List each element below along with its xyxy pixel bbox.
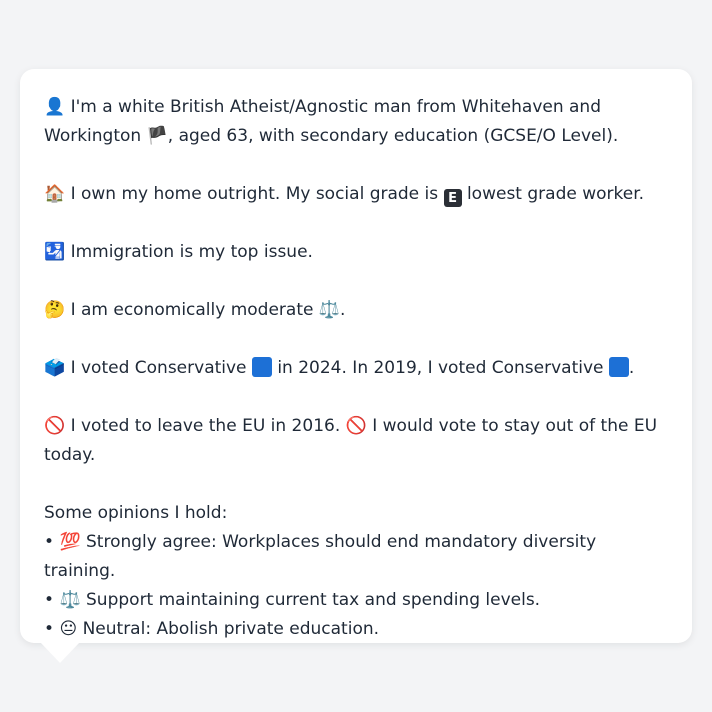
grade-e-icon: E [443,189,462,207]
prohibited-icon: 🚫 [345,416,367,436]
ballot-box-icon: 🗳️ [44,358,66,378]
grade-text: lowest grade worker. [466,184,645,204]
profile-message-bubble: 👤 I'm a white British Atheist/Agnostic m… [20,69,692,643]
passport-control-icon: 🛂 [44,242,66,262]
issue-paragraph: 🛂 Immigration is my top issue. [44,238,668,267]
opinion-text: Strongly agree: Workplaces should end ma… [44,532,597,581]
home-paragraph: 🏠 I own my home outright. My social grad… [44,180,668,209]
conservative-blue-square-icon [608,357,629,377]
brexit-line-1: 🚫 I voted to leave the EU in 2016. 🚫 I w… [44,412,668,441]
opinions-heading: Some opinions I hold: [44,503,228,523]
balance-scale-icon: ⚖️ [59,590,81,610]
balance-scale-icon: ⚖️ [318,300,341,320]
economic-period: . [340,300,346,320]
identity-location: Workington [44,126,142,146]
house-icon: 🏠 [44,184,66,204]
brexit-line-2: today. [44,445,96,465]
opinion-text: Support maintaining current tax and spen… [86,590,541,610]
conservative-blue-square-icon [251,357,272,377]
issue-text: Immigration is my top issue. [70,242,313,262]
hundred-points-icon: 💯 [59,532,81,552]
bullet: • [44,590,55,610]
brexit-text-today: I would vote to stay out of the EU [372,416,658,436]
thinking-face-icon: 🤔 [44,300,66,320]
home-text: I own my home outright. My social grade … [70,184,439,204]
brexit-text-2016: I voted to leave the EU in 2016. [70,416,341,436]
vote-text-2024: I voted Conservative [70,358,247,378]
england-flag-icon: 🏴 [146,126,168,146]
prohibited-icon: 🚫 [44,416,66,436]
bullet: • [44,532,55,552]
vote-text-2019: in 2024. In 2019, I voted Conservative [277,358,604,378]
vote-paragraph: 🗳️ I voted Conservative in 2024. In 2019… [44,354,668,383]
neutral-face-icon: 😐 [59,619,78,639]
identity-line-1: 👤 I'm a white British Atheist/Agnostic m… [44,93,668,122]
vote-period: . [628,358,635,378]
bubble-tail [40,642,80,663]
opinion-item: • 💯 Strongly agree: Workplaces should en… [44,528,668,586]
opinion-text: Neutral: Abolish private education. [82,619,380,639]
identity-line-2: Workington 🏴, aged 63, with secondary ed… [44,122,668,151]
economic-paragraph: 🤔 I am economically moderate ⚖️. [44,296,668,325]
opinions-section: Some opinions I hold: • 💯 Strongly agree… [44,499,668,644]
brexit-paragraph: 🚫 I voted to leave the EU in 2016. 🚫 I w… [44,412,668,470]
economic-text: I am economically moderate [70,300,314,320]
opinion-item: • ⚖️ Support maintaining current tax and… [44,586,668,615]
person-icon: 👤 [44,97,66,117]
identity-text-1: I'm a white British Atheist/Agnostic man… [70,97,601,117]
bullet: • [44,619,55,639]
identity-text-2: , aged 63, with secondary education (GCS… [167,126,619,146]
identity-paragraph: 👤 I'm a white British Atheist/Agnostic m… [44,93,668,151]
opinion-item: • 😐 Neutral: Abolish private education. [44,615,668,644]
